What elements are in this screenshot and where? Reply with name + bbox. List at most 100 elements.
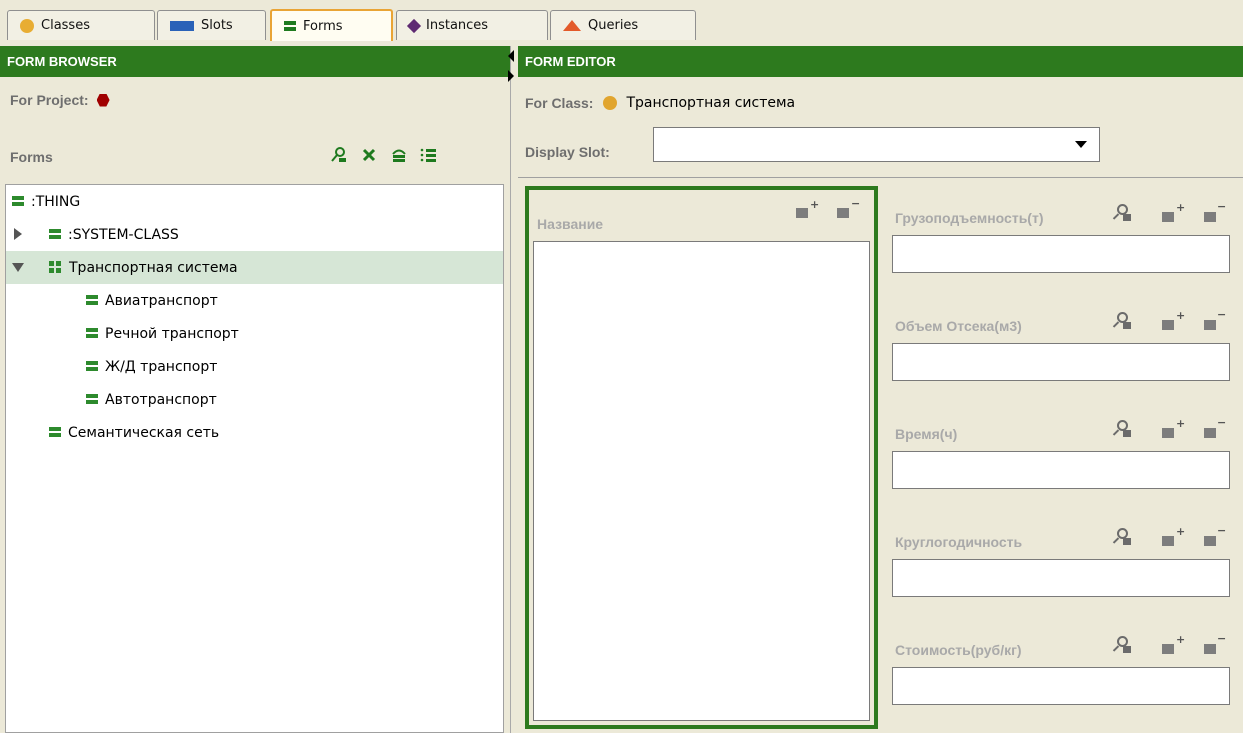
tab-instances[interactable]: Instances [396, 10, 548, 40]
plus-sign-icon: + [1176, 633, 1186, 646]
remove-value-icon[interactable] [1204, 536, 1216, 546]
field-input[interactable] [892, 343, 1230, 381]
collapse-left-icon[interactable] [508, 50, 514, 62]
chevron-down-icon[interactable] [1075, 141, 1087, 148]
add-value-icon[interactable] [1162, 644, 1174, 654]
for-project-row: For Project: [10, 92, 110, 108]
expand-arrow-icon[interactable] [14, 228, 22, 240]
tab-slots[interactable]: Slots [157, 10, 266, 40]
minus-sign-icon: − [1217, 524, 1227, 537]
for-project-label: For Project: [10, 92, 89, 108]
tree-item-label: Ж/Д транспорт [105, 358, 218, 375]
remove-value-icon[interactable] [1204, 428, 1216, 438]
field-time[interactable]: Время(ч) + − [892, 402, 1232, 512]
tree-item-avia[interactable]: Авиатранспорт [6, 284, 503, 317]
collapse-arrow-icon[interactable] [12, 263, 24, 272]
form-grid-icon [49, 261, 61, 273]
plus-sign-icon: + [1176, 525, 1186, 538]
remove-value-icon[interactable] [837, 208, 849, 218]
tree-item-label: :THING [31, 193, 81, 210]
tab-classes[interactable]: Classes [7, 10, 155, 40]
field-input[interactable] [892, 451, 1230, 489]
tree-item-river[interactable]: Речной транспорт [6, 317, 503, 350]
display-slot-label: Display Slot: [525, 144, 610, 160]
form-browser-title: FORM BROWSER [0, 46, 510, 77]
forms-tree[interactable]: :THING :SYSTEM-CLASS Транспортная систем… [5, 184, 504, 733]
field-capacity[interactable]: Грузоподъемность(т) + − [892, 186, 1232, 296]
view-reference-icon[interactable] [1112, 312, 1132, 330]
relayout-icon[interactable] [390, 146, 408, 164]
form-icon [49, 427, 61, 437]
forms-label: Forms [10, 149, 53, 165]
tree-item-thing[interactable]: :THING [6, 185, 503, 218]
name-list-area[interactable] [533, 241, 870, 721]
form-icon [86, 394, 98, 404]
plus-sign-icon: + [1176, 417, 1186, 430]
layout-like-icon[interactable] [420, 146, 438, 164]
form-icon [49, 229, 61, 239]
tree-item-label: Авиатранспорт [105, 292, 218, 309]
tree-item-rail[interactable]: Ж/Д транспорт [6, 350, 503, 383]
form-editor-title: FORM EDITOR [518, 46, 1243, 77]
add-value-icon[interactable] [1162, 320, 1174, 330]
remove-value-icon[interactable] [1204, 320, 1216, 330]
tree-item-label: Речной транспорт [105, 325, 239, 342]
view-reference-icon[interactable] [1112, 636, 1132, 654]
field-label: Стоимость(руб/кг) [895, 642, 1022, 658]
tab-queries[interactable]: Queries [550, 10, 696, 40]
tree-item-label: Транспортная система [69, 259, 238, 276]
add-value-icon[interactable] [1162, 212, 1174, 222]
field-label: Круглогодичность [895, 534, 1023, 550]
view-reference-icon[interactable] [1112, 204, 1132, 222]
tree-item-system-class[interactable]: :SYSTEM-CLASS [6, 218, 503, 251]
plus-sign-icon: + [1176, 201, 1186, 214]
view-reference-icon[interactable] [1112, 528, 1132, 546]
tree-item-transport-system[interactable]: Транспортная система [6, 251, 503, 284]
form-canvas[interactable]: Название + − Грузоподъемность(т) + − Объ… [518, 180, 1243, 733]
display-slot-select[interactable] [653, 127, 1100, 162]
class-circle-icon [603, 96, 618, 110]
field-volume[interactable]: Объем Отсека(м3) + − [892, 294, 1232, 404]
add-value-icon[interactable] [1162, 428, 1174, 438]
add-value-icon[interactable] [796, 208, 808, 218]
field-input[interactable] [892, 667, 1230, 705]
tree-item-semantic-net[interactable]: Семантическая сеть [6, 416, 503, 449]
minus-sign-icon: − [1217, 416, 1227, 429]
form-browser-panel: FORM BROWSER For Project: Forms :THING :… [0, 46, 511, 733]
minus-sign-icon: − [1217, 200, 1227, 213]
remove-value-icon[interactable] [1204, 644, 1216, 654]
forms-toolbar [330, 146, 438, 164]
form-icon [86, 328, 98, 338]
add-value-icon[interactable] [1162, 536, 1174, 546]
panel-splitter[interactable] [508, 50, 518, 733]
plus-sign-icon: + [1176, 309, 1186, 322]
tree-item-label: Семантическая сеть [68, 424, 220, 441]
field-cost[interactable]: Стоимость(руб/кг) + − [892, 618, 1232, 728]
tab-forms[interactable]: Forms [270, 9, 393, 41]
tab-label: Slots [201, 18, 233, 33]
instance-diamond-icon [406, 18, 422, 33]
for-class-value: Транспортная система [626, 95, 796, 111]
remove-customizations-icon[interactable] [360, 146, 378, 164]
plus-sign-icon: + [810, 198, 820, 211]
form-icon [12, 196, 24, 206]
for-class-row: For Class: Транспортная система [525, 95, 795, 111]
form-icon [86, 361, 98, 371]
field-input[interactable] [892, 235, 1230, 273]
collapse-right-icon[interactable] [508, 70, 514, 82]
tab-label: Queries [588, 18, 639, 33]
tab-label: Instances [426, 18, 489, 33]
view-form-icon[interactable] [330, 146, 348, 164]
name-widget-selected[interactable]: Название + − [525, 186, 878, 729]
field-input[interactable] [892, 559, 1230, 597]
form-icon [86, 295, 98, 305]
remove-value-icon[interactable] [1204, 212, 1216, 222]
tab-bar: Classes Slots Forms Instances Queries [0, 0, 1243, 46]
view-reference-icon[interactable] [1112, 420, 1132, 438]
tab-label: Classes [41, 18, 90, 33]
field-year-round[interactable]: Круглогодичность + − [892, 510, 1232, 620]
field-label: Грузоподъемность(т) [895, 210, 1044, 226]
query-triangle-icon [563, 20, 581, 31]
field-label: Время(ч) [895, 426, 958, 442]
tree-item-auto[interactable]: Автотранспорт [6, 383, 503, 416]
